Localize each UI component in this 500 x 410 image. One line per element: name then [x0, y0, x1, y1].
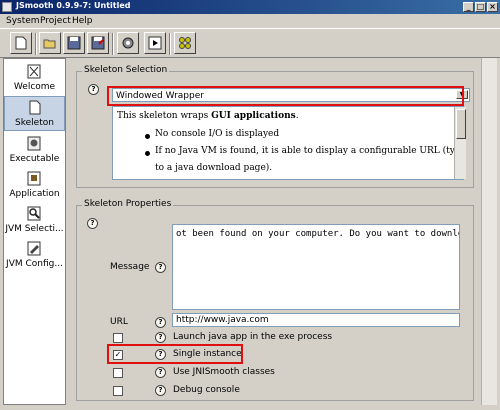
save-as-icon	[91, 36, 105, 50]
description-scrollbar[interactable]	[454, 107, 466, 179]
sidebar-item-label: JVM Config...	[6, 259, 63, 269]
application-icon	[27, 171, 41, 186]
url-label: URL	[110, 317, 128, 327]
jvm-selection-icon	[27, 206, 41, 221]
minimize-button[interactable]: _	[463, 2, 474, 12]
run-icon	[148, 36, 162, 50]
description-bullet: No console I/O is displayed	[155, 129, 280, 139]
sidebar-item-application[interactable]: Application	[4, 168, 65, 203]
jvm-config-icon	[27, 241, 41, 256]
help-icon[interactable]: ?	[155, 349, 166, 360]
use-jnismooth-label: Use JNISmooth classes	[173, 367, 275, 377]
compile-icon	[179, 37, 191, 49]
help-icon[interactable]: ?	[155, 367, 166, 378]
app-icon	[2, 2, 12, 12]
toolbar-separator	[35, 33, 37, 55]
main-panel: Skeleton Selection ? Windowed Wrapper ▼ …	[70, 58, 478, 405]
sidebar-item-welcome[interactable]: Welcome	[4, 61, 65, 96]
toolbar-separator	[112, 33, 114, 55]
launch-in-exe-label: Launch java app in the exe process	[173, 332, 333, 342]
window-title: JSmooth 0.9.9-7: Untitled	[16, 1, 131, 10]
skeleton-properties-group: Skeleton Properties ? Message ? ot been …	[76, 199, 474, 401]
launch-in-exe-checkbox[interactable]	[113, 333, 123, 343]
skeleton-combo[interactable]: Windowed Wrapper ▼	[112, 88, 470, 102]
executable-icon	[27, 136, 41, 151]
toolbar	[0, 28, 500, 58]
sidebar-item-executable[interactable]: Executable	[4, 133, 65, 168]
help-icon[interactable]: ?	[155, 317, 166, 328]
help-icon[interactable]: ?	[88, 84, 99, 95]
save-button[interactable]	[63, 32, 85, 54]
description-intro-prefix: This skeleton wraps	[117, 111, 212, 121]
skeleton-description: This skeleton wraps GUI applications. No…	[112, 106, 464, 180]
menu-help[interactable]: Help	[72, 16, 93, 26]
scrollbar-thumb[interactable]	[456, 109, 466, 139]
run-button[interactable]	[144, 32, 166, 54]
description-intro-suffix: .	[295, 111, 299, 121]
save-as-button[interactable]	[87, 32, 109, 54]
group-title: Skeleton Properties	[82, 199, 174, 209]
help-icon[interactable]: ?	[155, 332, 166, 343]
skeleton-combo-value: Windowed Wrapper	[116, 91, 204, 101]
menu-system[interactable]: System	[6, 16, 40, 26]
sidebar: Welcome Skeleton Executable Application …	[3, 58, 66, 405]
sidebar-item-label: JVM Selecti...	[5, 224, 64, 234]
sidebar-item-label: Executable	[9, 154, 60, 164]
open-folder-icon	[43, 39, 56, 49]
maximize-button[interactable]: □	[475, 2, 486, 12]
url-input[interactable]: http://www.java.com	[172, 313, 460, 327]
settings-button[interactable]	[117, 32, 139, 54]
skeleton-selection-group: Skeleton Selection ? Windowed Wrapper ▼ …	[76, 65, 474, 188]
menu-project[interactable]: Project	[40, 16, 71, 26]
debug-console-checkbox[interactable]	[113, 386, 123, 396]
toolbar-separator	[169, 33, 171, 55]
group-title: Skeleton Selection	[82, 65, 170, 75]
save-icon	[67, 36, 81, 50]
single-instance-label: Single instance	[173, 349, 242, 359]
help-icon[interactable]: ?	[155, 262, 166, 273]
close-button[interactable]: ×	[487, 2, 498, 12]
title-bar: JSmooth 0.9.9-7: Untitled _ □ ×	[0, 0, 500, 14]
sidebar-item-jvm-config[interactable]: JVM Config...	[4, 238, 65, 273]
sidebar-item-jvm-selection[interactable]: JVM Selecti...	[4, 203, 65, 238]
bullet-icon	[145, 151, 150, 156]
help-icon[interactable]: ?	[87, 218, 98, 229]
message-text: ot been found on your computer. Do you w…	[176, 229, 459, 239]
single-instance-checkbox[interactable]: ✓	[113, 350, 123, 360]
menu-bar: System Project Help	[0, 14, 500, 28]
description-bullet: If no Java VM is found, it is able to di…	[155, 146, 464, 156]
chevron-down-icon[interactable]: ▼	[456, 90, 468, 99]
sidebar-item-skeleton[interactable]: Skeleton	[4, 96, 65, 131]
message-textarea[interactable]: ot been found on your computer. Do you w…	[172, 224, 460, 310]
open-button[interactable]	[39, 32, 61, 54]
bullet-icon	[145, 134, 150, 139]
message-label: Message	[110, 262, 150, 272]
debug-console-label: Debug console	[173, 385, 240, 395]
sidebar-item-label: Application	[9, 189, 60, 199]
description-intro: This skeleton wraps GUI applications.	[117, 111, 299, 121]
main-scrollbar[interactable]	[481, 58, 497, 405]
new-file-button[interactable]	[10, 32, 32, 54]
sidebar-item-label: Welcome	[13, 82, 56, 92]
new-file-icon	[15, 36, 27, 50]
sidebar-item-label: Skeleton	[15, 118, 54, 128]
skeleton-icon	[29, 100, 41, 115]
description-bullet-continuation: to a java download page).	[155, 163, 273, 173]
settings-gear-icon	[122, 37, 134, 49]
help-icon[interactable]: ?	[155, 385, 166, 396]
welcome-icon	[27, 64, 41, 79]
compile-button[interactable]	[174, 32, 196, 54]
description-intro-bold: GUI applications	[211, 111, 296, 121]
use-jnismooth-checkbox[interactable]	[113, 368, 123, 378]
